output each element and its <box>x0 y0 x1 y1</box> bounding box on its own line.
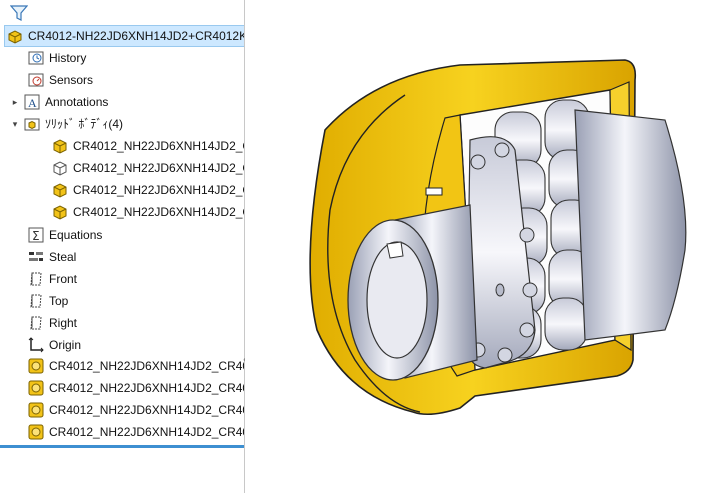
tree-item-label: CR4012_NH22JD6XNH14JD2_CR4 <box>73 205 244 219</box>
tree-item-origin[interactable]: Origin <box>28 334 81 356</box>
feature-icon <box>28 424 44 440</box>
equations-icon: Σ <box>28 227 44 243</box>
material-icon <box>28 249 44 265</box>
tree-item-label: Annotations <box>45 95 109 109</box>
sensors-icon <box>28 72 44 88</box>
feature-icon <box>28 402 44 418</box>
feature-icon <box>28 358 44 374</box>
solid-body-icon <box>52 182 68 198</box>
tree-item-feature-2[interactable]: CR4012_NH22JD6XNH14JD2_CR4012 <box>28 377 245 399</box>
coupling-model <box>309 59 687 416</box>
tree-item-label: CR4012_NH22JD6XNH14JD2_CR4 <box>73 139 244 153</box>
tree-item-solid-body-2[interactable]: CR4012_NH22JD6XNH14JD2_CR4 <box>52 157 244 179</box>
solid-body-icon <box>52 138 68 154</box>
filter-icon[interactable] <box>9 4 29 25</box>
part-root-item[interactable]: CR4012-NH22JD6XNH14JD2+CR4012K (D <box>4 25 245 47</box>
tree-item-label: Origin <box>49 338 82 352</box>
part-icon <box>7 28 23 44</box>
tree-item-top-plane[interactable]: Top <box>28 290 68 312</box>
tree-item-solid-body-1[interactable]: CR4012_NH22JD6XNH14JD2_CR4 <box>52 135 244 157</box>
tree-item-solid-bodies[interactable]: ▾ ｿﾘｯﾄﾞ ﾎﾞﾃﾞｨ(4) <box>10 113 123 135</box>
feature-manager-tree[interactable]: CR4012-NH22JD6XNH14JD2+CR4012K (D Histor… <box>0 0 245 493</box>
rollback-bar[interactable] <box>0 445 244 448</box>
plane-icon <box>28 315 44 331</box>
tree-item-label: Top <box>49 294 69 308</box>
tree-item-label: CR4012_NH22JD6XNH14JD2_CR4012 <box>49 403 245 417</box>
tree-item-material[interactable]: Steal <box>28 246 76 268</box>
tree-item-label: CR4012_NH22JD6XNH14JD2_CR4 <box>73 183 244 197</box>
expand-arrow-icon[interactable]: ▸ <box>10 91 20 113</box>
plane-icon <box>28 293 44 309</box>
tree-item-right-plane[interactable]: Right <box>28 312 77 334</box>
tree-item-feature-1[interactable]: CR4012_NH22JD6XNH14JD2_CR4012 <box>28 355 245 377</box>
tree-item-history[interactable]: History <box>28 47 86 69</box>
tree-item-label: Right <box>49 316 78 330</box>
svg-text:A: A <box>28 96 37 110</box>
tree-item-front-plane[interactable]: Front <box>28 268 77 290</box>
tree-item-label: Front <box>49 272 78 286</box>
feature-icon <box>28 380 44 396</box>
tree-item-label: ｿﾘｯﾄﾞ ﾎﾞﾃﾞｨ(4) <box>45 117 124 131</box>
collapse-arrow-icon[interactable]: ▾ <box>10 113 20 135</box>
tree-item-solid-body-4[interactable]: CR4012_NH22JD6XNH14JD2_CR4 <box>52 201 244 223</box>
tree-item-feature-4[interactable]: CR4012_NH22JD6XNH14JD2_CR4012 <box>28 421 245 443</box>
tree-item-equations[interactable]: Σ Equations <box>28 224 102 246</box>
graphics-viewport[interactable] <box>245 0 706 493</box>
tree-item-sensors[interactable]: Sensors <box>28 69 93 91</box>
tree-item-label: Steal <box>49 250 77 264</box>
annotations-icon: A <box>24 94 40 110</box>
tree-item-label: CR4012_NH22JD6XNH14JD2_CR4012 <box>49 359 245 373</box>
tree-item-label: History <box>49 51 87 65</box>
solid-body-hidden-icon <box>52 160 68 176</box>
part-root-label: CR4012-NH22JD6XNH14JD2+CR4012K (D <box>28 29 245 43</box>
tree-item-feature-3[interactable]: CR4012_NH22JD6XNH14JD2_CR4012 <box>28 399 245 421</box>
solid-bodies-folder-icon <box>24 116 40 132</box>
plane-icon <box>28 271 44 287</box>
history-icon <box>28 50 44 66</box>
tree-item-label: CR4012_NH22JD6XNH14JD2_CR4 <box>73 161 244 175</box>
solid-body-icon <box>52 204 68 220</box>
tree-item-annotations[interactable]: ▸ A Annotations <box>10 91 108 113</box>
tree-item-solid-body-3[interactable]: CR4012_NH22JD6XNH14JD2_CR4 <box>52 179 244 201</box>
tree-item-label: Sensors <box>49 73 94 87</box>
svg-text:Σ: Σ <box>32 229 40 243</box>
origin-icon <box>28 337 44 353</box>
tree-item-label: Equations <box>49 228 103 242</box>
tree-item-label: CR4012_NH22JD6XNH14JD2_CR4012 <box>49 425 245 439</box>
tree-item-label: CR4012_NH22JD6XNH14JD2_CR4012 <box>49 381 245 395</box>
